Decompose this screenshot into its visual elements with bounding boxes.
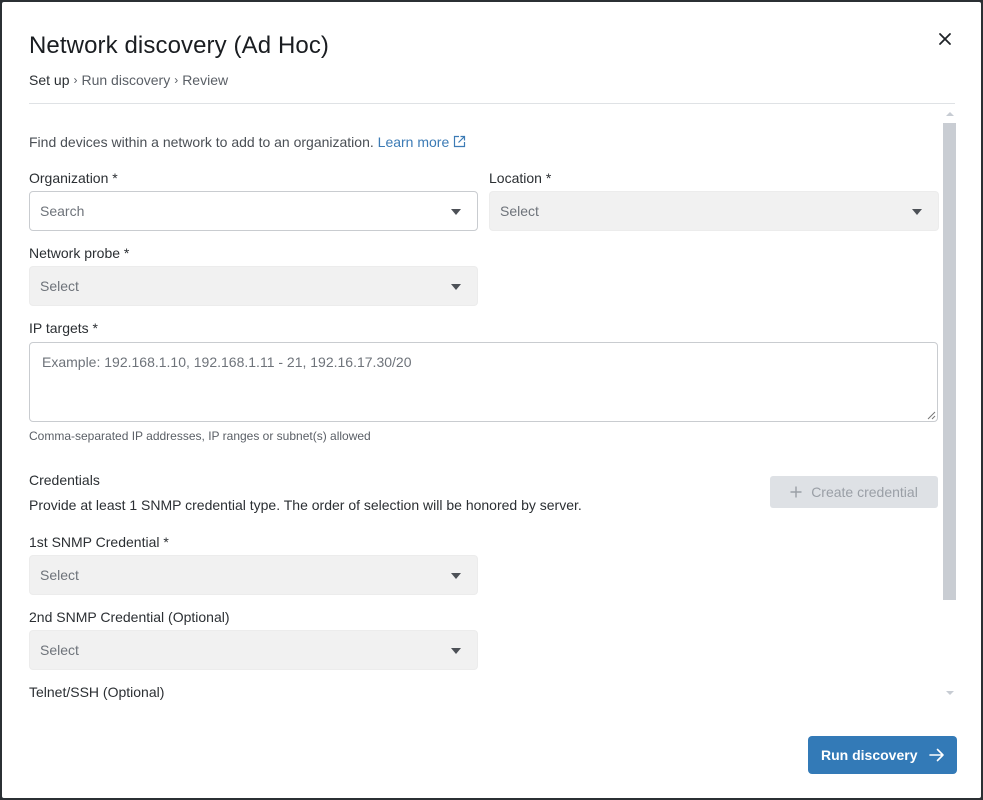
snmp1-placeholder: Select (40, 567, 79, 583)
ip-targets-hint: Comma-separated IP addresses, IP ranges … (29, 429, 371, 443)
credentials-description: Provide at least 1 SNMP credential type.… (29, 497, 582, 513)
caret-down-icon (451, 284, 461, 290)
plus-icon (790, 486, 802, 498)
chevron-right-icon: › (73, 73, 78, 87)
learn-more-label: Learn more (377, 134, 450, 150)
ip-targets-label: IP targets * (29, 320, 99, 336)
scroll-down-arrow-icon[interactable] (946, 691, 954, 695)
network-probe-select[interactable]: Select (29, 266, 478, 306)
breadcrumb-step-review: Review (182, 72, 229, 88)
external-link-icon (454, 135, 466, 148)
caret-down-icon (912, 209, 922, 215)
breadcrumb-step-run-discovery: Run discovery (81, 72, 171, 88)
create-credential-label: Create credential (811, 484, 918, 500)
intro-text: Find devices within a network to add to … (29, 134, 466, 150)
snmp1-select[interactable]: Select (29, 555, 478, 595)
organization-select[interactable]: Search (29, 191, 478, 231)
caret-down-icon (451, 648, 461, 654)
breadcrumb-step-setup: Set up (29, 72, 70, 88)
arrow-right-icon (929, 748, 945, 762)
ip-targets-placeholder: Example: 192.168.1.10, 192.168.1.11 - 21… (42, 354, 412, 370)
run-discovery-label: Run discovery (821, 747, 918, 763)
scrollbar-thumb[interactable] (943, 123, 956, 600)
intro-description: Find devices within a network to add to … (29, 134, 374, 150)
breadcrumb: Set up › Run discovery › Review (29, 72, 228, 88)
learn-more-link[interactable]: Learn more (378, 134, 467, 150)
form-scrollbar[interactable] (943, 104, 956, 704)
create-credential-button[interactable]: Create credential (770, 476, 938, 508)
caret-down-icon (451, 209, 461, 215)
close-icon (939, 33, 951, 45)
network-probe-label: Network probe * (29, 245, 130, 261)
ip-targets-textarea[interactable]: Example: 192.168.1.10, 192.168.1.11 - 21… (29, 342, 938, 422)
scroll-up-arrow-icon[interactable] (946, 112, 954, 116)
form-scroll-area: Find devices within a network to add to … (2, 104, 981, 704)
network-probe-placeholder: Select (40, 278, 79, 294)
organization-label: Organization * (29, 170, 118, 186)
modal-title: Network discovery (Ad Hoc) (29, 32, 330, 59)
caret-down-icon (451, 573, 461, 579)
chevron-right-icon: › (174, 73, 179, 87)
telnet-ssh-label: Telnet/SSH (Optional) (29, 684, 165, 700)
snmp1-label: 1st SNMP Credential * (29, 534, 169, 550)
resize-grip-icon[interactable] (927, 411, 936, 420)
organization-placeholder: Search (40, 203, 85, 219)
snmp2-label: 2nd SNMP Credential (Optional) (29, 609, 230, 625)
close-button[interactable] (935, 29, 955, 49)
location-select[interactable]: Select (489, 191, 939, 231)
network-discovery-modal: Network discovery (Ad Hoc) Set up › Run … (2, 2, 981, 798)
snmp2-select[interactable]: Select (29, 630, 478, 670)
snmp2-placeholder: Select (40, 642, 79, 658)
location-label: Location * (489, 170, 552, 186)
run-discovery-button[interactable]: Run discovery (808, 736, 957, 774)
credentials-title: Credentials (29, 472, 100, 488)
location-placeholder: Select (500, 203, 539, 219)
